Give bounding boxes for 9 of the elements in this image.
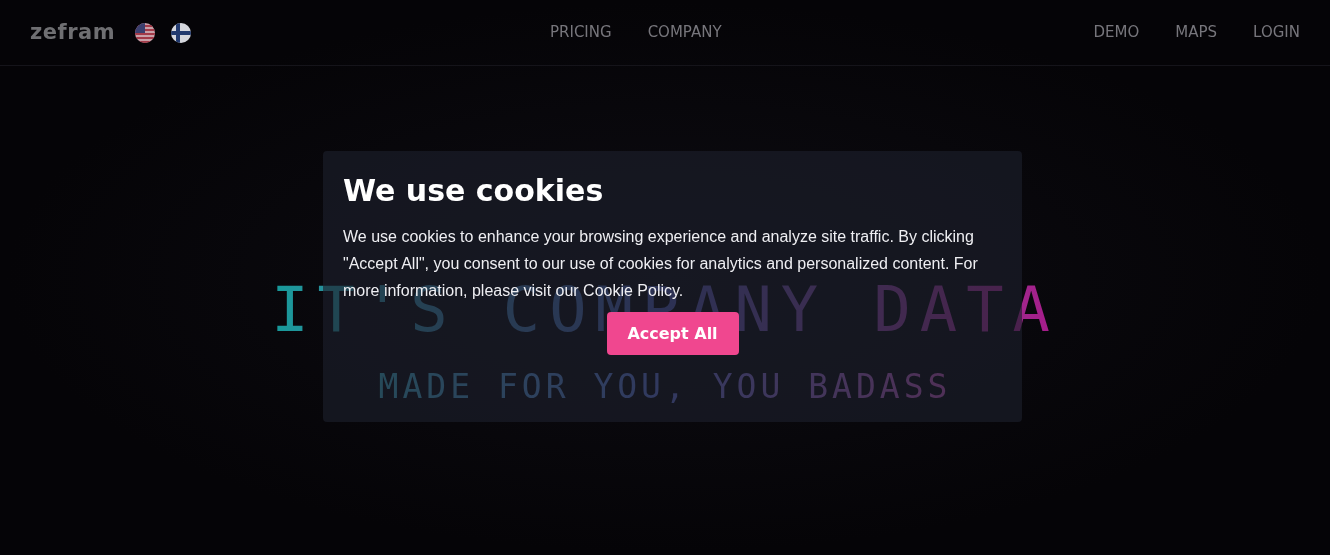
dialog-title: We use cookies [343, 172, 605, 210]
nav-link[interactable]: COMPANY [647, 21, 722, 44]
nav-link[interactable]: LOGIN [1253, 21, 1300, 44]
nav-link[interactable]: DEMO [1093, 21, 1140, 44]
nav-link[interactable]: PRICING [550, 21, 612, 44]
us-flag-icon[interactable] [135, 22, 156, 43]
logo[interactable]: zefram [30, 16, 116, 49]
nav-link[interactable]: MAPS [1175, 21, 1218, 44]
finland-flag-icon[interactable] [171, 22, 192, 43]
